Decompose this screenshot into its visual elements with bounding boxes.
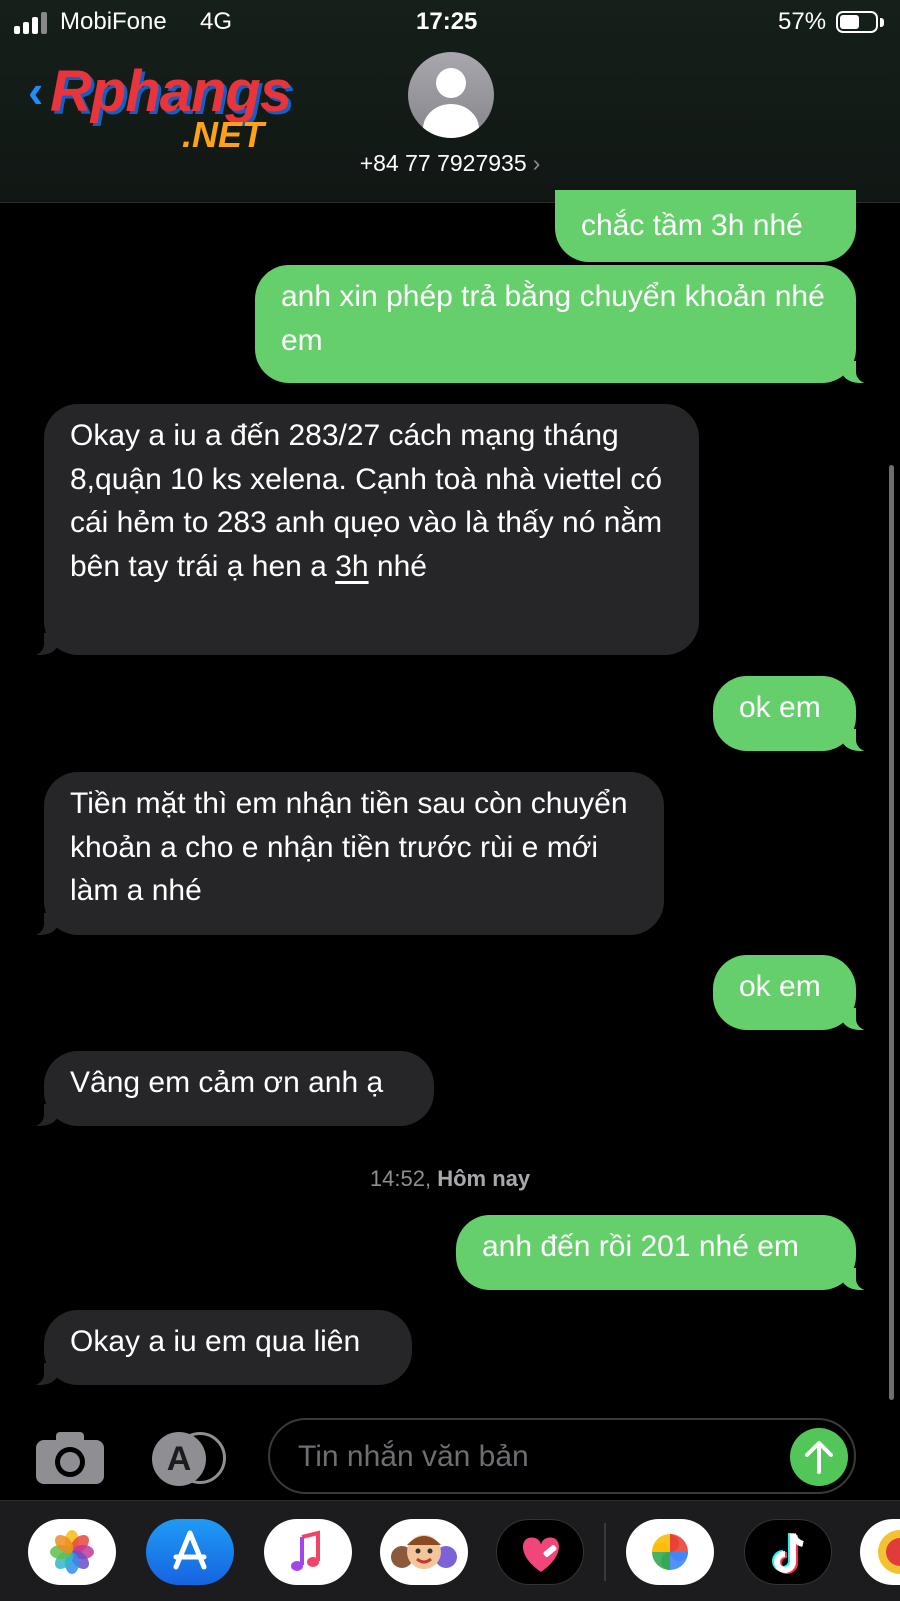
dock-divider xyxy=(604,1523,606,1581)
message-text: ok em xyxy=(739,970,821,1003)
carrier-label: MobiFone xyxy=(60,8,167,35)
scrollbar[interactable] xyxy=(889,465,894,1400)
camera-icon[interactable] xyxy=(36,1430,104,1484)
message-bubble-sent[interactable]: ok em xyxy=(713,955,884,1031)
signal-strength-icon xyxy=(14,12,52,34)
tiktok-icon[interactable] xyxy=(744,1519,832,1585)
app-store-icon[interactable] xyxy=(146,1519,234,1585)
message-text: Vâng em cảm ơn anh ạ xyxy=(70,1066,384,1099)
message-input-field[interactable] xyxy=(268,1418,856,1494)
heart-app-icon[interactable] xyxy=(496,1519,584,1585)
battery-percent: 57% xyxy=(778,8,827,35)
message-bubble-sent[interactable]: ok em xyxy=(713,676,884,752)
battery-icon xyxy=(836,11,884,35)
chevron-left-icon[interactable]: ‹ xyxy=(28,64,43,118)
arrow-up-icon xyxy=(805,1441,833,1474)
message-text: ok em xyxy=(739,691,821,724)
imessage-app-drawer xyxy=(0,1500,900,1601)
message-bubble-sent[interactable]: anh xin phép trả bằng chuyển khoản nhé e… xyxy=(255,265,884,384)
time-link[interactable]: 3h xyxy=(335,550,368,583)
chevron-right-icon: › xyxy=(532,150,541,176)
timestamp: 14:52, Hôm nay xyxy=(369,1166,531,1191)
music-icon[interactable] xyxy=(264,1519,352,1585)
message-bubble-received[interactable]: Okay a iu a đến 283/27 cách mạng tháng 8… xyxy=(16,404,699,656)
message-bubble-received[interactable]: Tiền mặt thì em nhận tiền sau còn chuyển… xyxy=(16,772,664,936)
clock: 17:25 xyxy=(416,8,478,35)
compose-bar: A xyxy=(0,1410,900,1500)
contact-avatar[interactable] xyxy=(408,52,494,138)
message-text: anh xin phép trả bằng chuyển khoản nhé e… xyxy=(281,280,825,357)
network-label: 4G xyxy=(200,8,233,35)
conversation-header: MobiFone 4G 17:25 57% ‹ Rphangs .NET +84… xyxy=(0,0,900,203)
contact-name: +84 77 7927935 xyxy=(359,150,527,176)
message-bubble-received[interactable]: Vâng em cảm ơn anh ạ xyxy=(16,1051,434,1127)
watermark-logo[interactable]: ‹ Rphangs .NET xyxy=(24,58,324,158)
message-bubble-sent[interactable]: anh đến rồi 201 nhé em xyxy=(456,1215,884,1291)
message-bubble-received[interactable]: Okay a iu em qua liên xyxy=(16,1310,412,1386)
message-text: nhé xyxy=(368,549,427,583)
message-text: Okay a iu em qua liên xyxy=(70,1325,361,1358)
app-store-icon[interactable]: A xyxy=(152,1430,230,1486)
message-text: anh đến rồi 201 nhé em xyxy=(482,1230,799,1263)
person-silhouette-icon xyxy=(436,68,466,98)
send-button[interactable] xyxy=(790,1428,848,1486)
message-text: Tiền mặt thì em nhận tiền sau còn chuyển… xyxy=(70,787,628,907)
message-input[interactable] xyxy=(296,1434,770,1480)
partial-app-icon[interactable] xyxy=(860,1519,900,1585)
photos-icon[interactable] xyxy=(28,1519,116,1585)
message-bubble-sent[interactable]: chắc tầm 3h nhé xyxy=(555,190,856,262)
contact-name-button[interactable]: +84 77 7927935 › xyxy=(0,150,900,177)
memoji-icon[interactable] xyxy=(380,1519,468,1585)
google-photos-icon[interactable] xyxy=(626,1519,714,1585)
